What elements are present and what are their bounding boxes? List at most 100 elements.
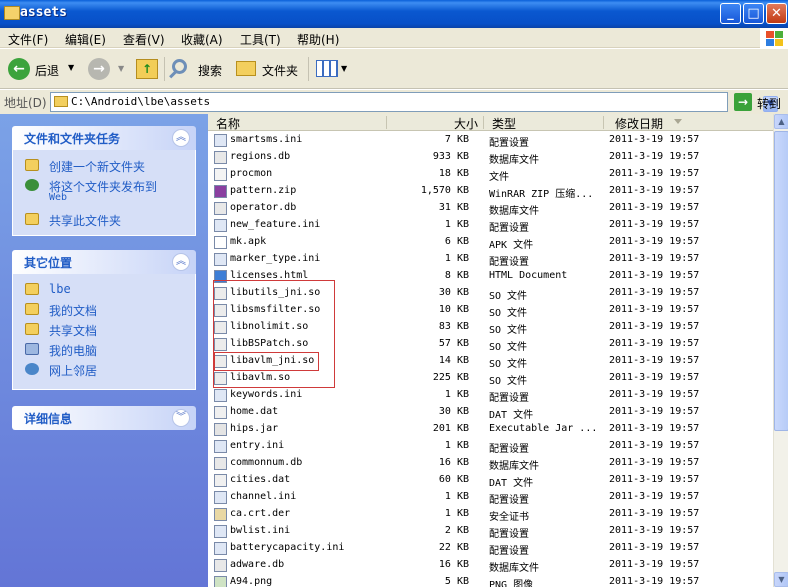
go-button[interactable]: 转到: [757, 95, 781, 112]
file-icon: [214, 423, 227, 436]
close-button[interactable]: ✕: [766, 3, 787, 24]
file-row[interactable]: batterycapacity.ini 22 KB 配置设置 2011-3-19 19…: [208, 540, 773, 557]
folders-button[interactable]: 文件夹: [234, 57, 304, 81]
file-row[interactable]: entry.ini 1 KB 配置设置 2011-3-19 19:57: [208, 438, 773, 455]
file-modified: 2011-3-19 19:57: [609, 474, 700, 485]
file-row[interactable]: ca.crt.der 1 KB 安全证书 2011-3-19 19:57: [208, 506, 773, 523]
file-row[interactable]: home.dat 30 KB DAT 文件 2011-3-19 19:57: [208, 404, 773, 421]
column-divider[interactable]: [603, 116, 604, 129]
panel-header[interactable]: 详细信息 ︾: [12, 406, 196, 430]
file-name: channel.ini: [230, 491, 297, 502]
file-icon: [214, 389, 227, 402]
file-type: 配置设置: [489, 495, 529, 506]
scroll-up-button[interactable]: ▲: [774, 114, 788, 129]
menu-view[interactable]: 查看(V): [123, 31, 165, 48]
file-modified: 2011-3-19 19:57: [609, 134, 700, 145]
file-modified: 2011-3-19 19:57: [609, 219, 700, 230]
new-folder-icon: [25, 159, 39, 171]
scroll-down-button[interactable]: ▼: [774, 572, 788, 587]
column-size[interactable]: 大小: [454, 115, 478, 132]
address-input[interactable]: C:\Android\lbe\assets ▼: [50, 92, 778, 112]
file-modified: 2011-3-19 19:57: [609, 406, 700, 417]
search-button[interactable]: 搜索: [169, 57, 230, 81]
maximize-button[interactable]: □: [743, 3, 764, 24]
menu-tools[interactable]: 工具(T): [240, 31, 281, 48]
back-button[interactable]: ← 后退 ▼: [6, 57, 82, 81]
file-name: smartsms.ini: [230, 134, 303, 145]
go-arrow-icon[interactable]: →: [734, 93, 752, 111]
documents-folder-icon: [25, 303, 39, 315]
file-modified: 2011-3-19 19:57: [609, 457, 700, 468]
windows-logo-icon: [760, 28, 788, 48]
file-row[interactable]: channel.ini 1 KB 配置设置 2011-3-19 19:57: [208, 489, 773, 506]
menu-favorites[interactable]: 收藏(A): [181, 31, 223, 48]
file-row[interactable]: operator.db 31 KB 数据库文件 2011-3-19 19:57: [208, 200, 773, 217]
chevron-down-icon[interactable]: ︾: [172, 409, 190, 427]
file-type: 数据库文件: [489, 461, 539, 472]
file-size: 30 KB: [438, 287, 469, 298]
forward-arrow-icon[interactable]: →: [88, 58, 110, 80]
title-bar: assets _ □ ✕: [0, 0, 788, 28]
file-name: procmon: [230, 168, 273, 179]
file-name: commonnum.db: [230, 457, 303, 468]
column-divider[interactable]: [386, 116, 387, 129]
file-row[interactable]: adware.db 16 KB 数据库文件 2011-3-19 19:57: [208, 557, 773, 574]
file-row[interactable]: regions.db 933 KB 数据库文件 2011-3-19 19:57: [208, 149, 773, 166]
file-type: SO 文件: [489, 342, 528, 353]
menu-file[interactable]: 文件(F): [8, 31, 48, 48]
file-row[interactable]: commonnum.db 16 KB 数据库文件 2011-3-19 19:57: [208, 455, 773, 472]
file-size: 7 KB: [444, 134, 469, 145]
chevron-down-icon[interactable]: ▼: [118, 64, 124, 73]
file-row[interactable]: hips.jar 201 KB Executable Jar ... 2011-3-1…: [208, 421, 773, 438]
file-modified: 2011-3-19 19:57: [609, 168, 700, 179]
file-row[interactable]: pattern.zip 1,570 KB WinRAR ZIP 压缩... 2011-…: [208, 183, 773, 200]
column-divider[interactable]: [483, 116, 484, 129]
task-pane: 文件和文件夹任务 ︽ 创建一个新文件夹 将这个文件夹发布到 Web 共享此文件夹…: [0, 114, 208, 587]
place-label: 共享文档: [49, 324, 98, 338]
file-size: 1 KB: [444, 219, 469, 230]
folder-icon: [4, 6, 20, 20]
address-label: 地址(D): [4, 96, 47, 110]
file-row[interactable]: new_feature.ini 1 KB 配置设置 2011-3-19 19:57: [208, 217, 773, 234]
vertical-scrollbar[interactable]: ▲ ▼: [773, 114, 788, 587]
file-name: operator.db: [230, 202, 297, 213]
minimize-button[interactable]: _: [720, 3, 741, 24]
menu-edit[interactable]: 编辑(E): [65, 31, 106, 48]
file-row[interactable]: marker_type.ini 1 KB 配置设置 2011-3-19 19:57: [208, 251, 773, 268]
chevron-up-icon[interactable]: ︽: [172, 253, 190, 271]
place-label: lbe: [49, 282, 71, 296]
file-row[interactable]: cities.dat 60 KB DAT 文件 2011-3-19 19:57: [208, 472, 773, 489]
scroll-thumb[interactable]: [774, 131, 788, 431]
file-icon: [214, 134, 227, 147]
views-icon: [316, 60, 338, 77]
file-type: SO 文件: [489, 325, 528, 336]
file-icon: [214, 168, 227, 181]
file-row[interactable]: smartsms.ini 7 KB 配置设置 2011-3-19 19:57: [208, 132, 773, 149]
panel-header[interactable]: 其它位置 ︽: [12, 250, 196, 274]
annotation-box: [213, 280, 335, 388]
file-modified: 2011-3-19 19:57: [609, 440, 700, 451]
column-modified[interactable]: 修改日期: [615, 115, 663, 132]
file-size: 1 KB: [444, 389, 469, 400]
file-row[interactable]: keywords.ini 1 KB 配置设置 2011-3-19 19:57: [208, 387, 773, 404]
file-row[interactable]: A94.png 5 KB PNG 图像 2011-3-19 19:57: [208, 574, 773, 587]
details-panel: 详细信息 ︾: [12, 406, 196, 430]
file-row[interactable]: bwlist.ini 2 KB 配置设置 2011-3-19 19:57: [208, 523, 773, 540]
file-type: APK 文件: [489, 240, 534, 251]
column-type[interactable]: 类型: [492, 115, 516, 132]
panel-header[interactable]: 文件和文件夹任务 ︽: [12, 126, 196, 150]
menu-help[interactable]: 帮助(H): [297, 31, 339, 48]
file-size: 1 KB: [444, 508, 469, 519]
file-row[interactable]: procmon 18 KB 文件 2011-3-19 19:57: [208, 166, 773, 183]
file-size: 30 KB: [438, 406, 469, 417]
file-icon: [214, 457, 227, 470]
file-size: 201 KB: [432, 423, 469, 434]
file-size: 16 KB: [438, 559, 469, 570]
views-button[interactable]: ▼: [314, 58, 350, 80]
file-row[interactable]: mk.apk 6 KB APK 文件 2011-3-19 19:57: [208, 234, 773, 251]
file-type: PNG 图像: [489, 580, 534, 587]
column-name[interactable]: 名称: [216, 115, 240, 132]
up-folder-icon[interactable]: ↑: [136, 59, 158, 79]
chevron-up-icon[interactable]: ︽: [172, 129, 190, 147]
file-size: 8 KB: [444, 270, 469, 281]
